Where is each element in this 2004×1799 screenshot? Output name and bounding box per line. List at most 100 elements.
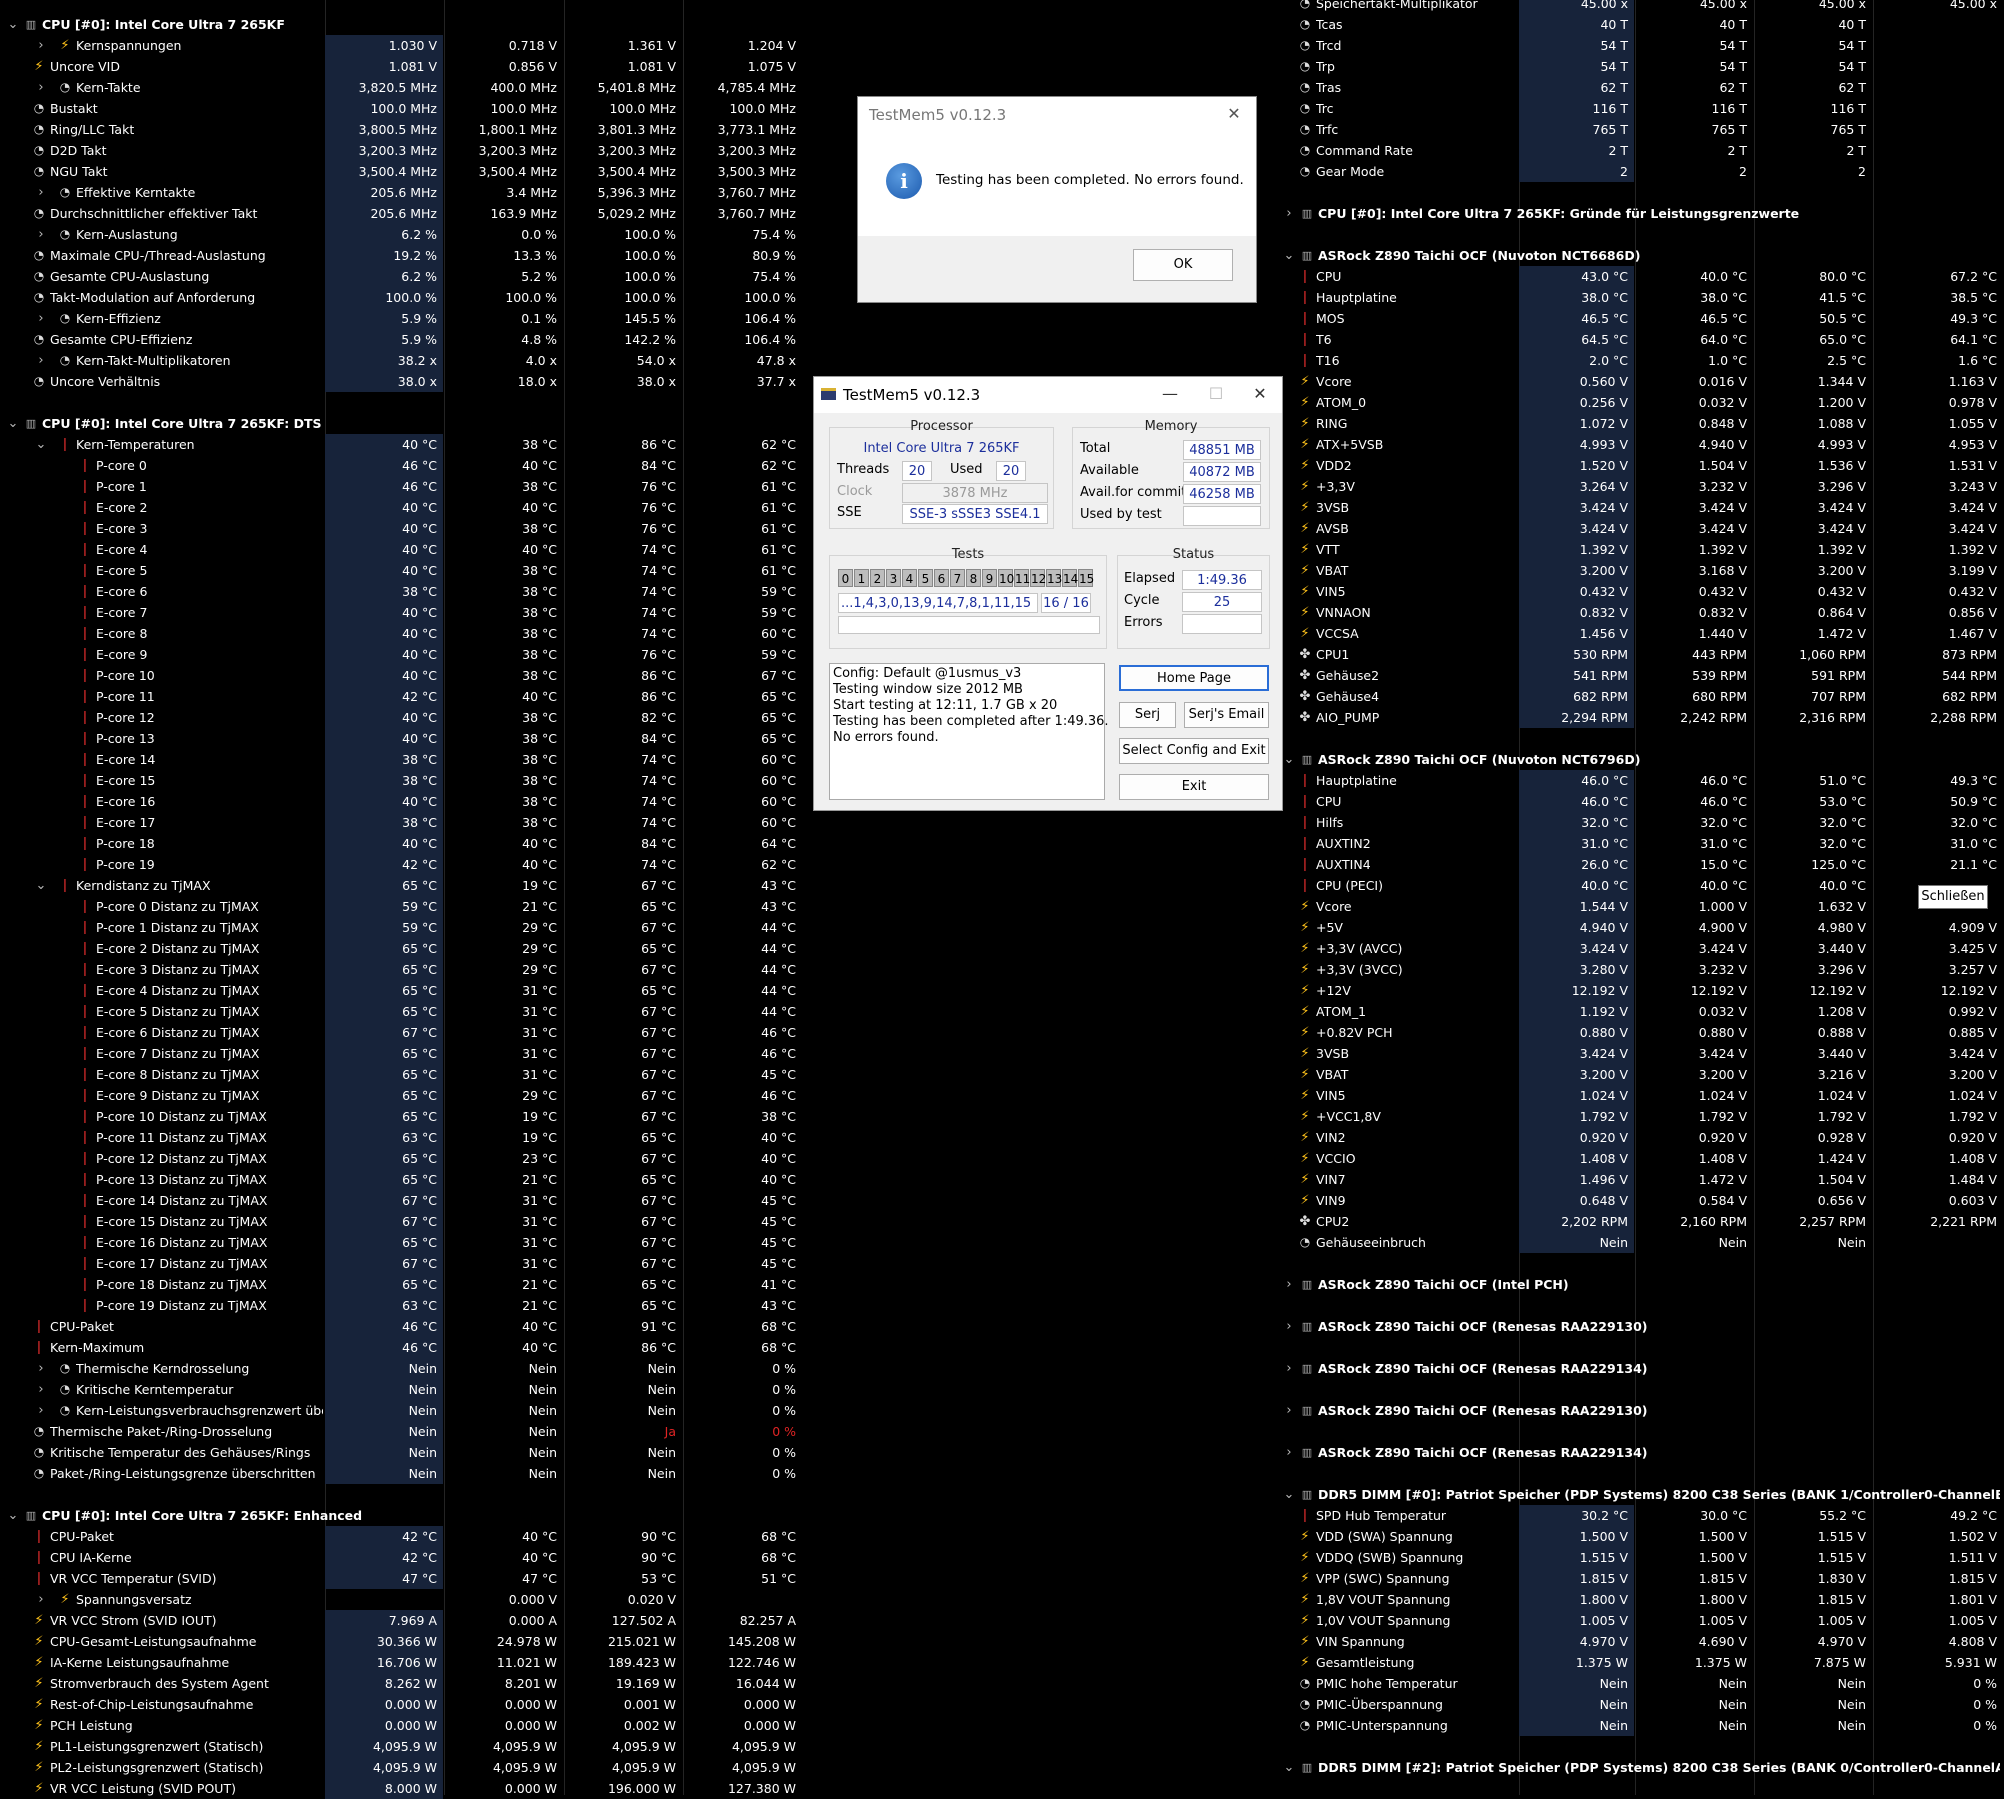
- sensor-group-header[interactable]: ⌄ ▥ CPU [#0]: Intel Core Ultra 7 265KF: En…: [0, 1505, 804, 1526]
- sensor-group-header[interactable]: ⌄ ▥ DDR5 DIMM [#2]: Patriot Speicher (PDP …: [1278, 1757, 2004, 1778]
- sensor-row[interactable]: ⚡ 1,8V VOUT Spannung 1.800 V 1.800 V 1.815 V…: [1278, 1589, 2004, 1610]
- sensor-row[interactable]: ❘ AUXTIN2 31.0 °C 31.0 °C 32.0 °C 31.0 °C: [1278, 833, 2004, 854]
- sensor-row[interactable]: ❘ E-core 17 Distanz zu TjMAX 67 °C 31 °C 67 …: [0, 1253, 804, 1274]
- sensor-row[interactable]: ◔ Ring/LLC Takt 3,800.5 MHz 1,800.1 MHz 3,80…: [0, 119, 804, 140]
- sensor-row[interactable]: ❘ Hauptplatine 38.0 °C 38.0 °C 41.5 °C 38.5 °…: [1278, 287, 2004, 308]
- sensor-row[interactable]: › ◔ Thermische Kerndrosselung Nein Nein Nein 0…: [0, 1358, 804, 1379]
- chevron-right-icon[interactable]: ›: [1282, 203, 1296, 224]
- sensor-row[interactable]: ◔ Trp 54 T 54 T 54 T: [1278, 56, 2004, 77]
- sensor-row[interactable]: ⌄ ❘ Kern-Temperaturen 40 °C 38 °C 86 °C 62 °C: [0, 434, 804, 455]
- sensor-row[interactable]: ❘ E-core 15 38 °C 38 °C 74 °C 60 °C: [0, 770, 804, 791]
- sensor-row[interactable]: ◔ Gesamte CPU-Effizienz 5.9 % 4.8 % 142.2 % 1…: [0, 329, 804, 350]
- chevron-down-icon[interactable]: ⌄: [34, 434, 48, 455]
- sensor-row[interactable]: ⚡ VIN5 1.024 V 1.024 V 1.024 V 1.024 V: [1278, 1085, 2004, 1106]
- close-icon[interactable]: ✕: [1216, 97, 1252, 131]
- sensor-row[interactable]: ❘ E-core 7 40 °C 38 °C 74 °C 59 °C: [0, 602, 804, 623]
- sensor-row[interactable]: ❘ P-core 10 40 °C 38 °C 86 °C 67 °C: [0, 665, 804, 686]
- chevron-down-icon[interactable]: ⌄: [1282, 749, 1296, 770]
- sensor-row[interactable]: ⚡ VCCSA 1.456 V 1.440 V 1.472 V 1.467 V: [1278, 623, 2004, 644]
- sensor-row[interactable]: ❘ E-core 5 40 °C 38 °C 74 °C 61 °C: [0, 560, 804, 581]
- sensor-row[interactable]: ⚡ Vcore 0.560 V 0.016 V 1.344 V 1.163 V: [1278, 371, 2004, 392]
- chevron-right-icon[interactable]: ›: [34, 224, 48, 245]
- sensor-row[interactable]: ❘ E-core 4 40 °C 40 °C 74 °C 61 °C: [0, 539, 804, 560]
- sensor-row[interactable]: ❘ E-core 16 Distanz zu TjMAX 65 °C 31 °C 67 …: [0, 1232, 804, 1253]
- chevron-down-icon[interactable]: ⌄: [1282, 245, 1296, 266]
- minimize-icon[interactable]: —: [1152, 377, 1188, 411]
- sensor-row[interactable]: ⚡ Rest-of-Chip-Leistungsaufnahme 0.000 W 0.…: [0, 1694, 804, 1715]
- sensor-row[interactable]: ⚡ +0.82V PCH 0.880 V 0.880 V 0.888 V 0.885 V: [1278, 1022, 2004, 1043]
- sensor-row[interactable]: ⚡ VIN5 0.432 V 0.432 V 0.432 V 0.432 V: [1278, 581, 2004, 602]
- sensor-row[interactable]: ◔ Command Rate 2 T 2 T 2 T: [1278, 140, 2004, 161]
- sensor-row[interactable]: ❘ E-core 2 40 °C 40 °C 76 °C 61 °C: [0, 497, 804, 518]
- sensor-group-header[interactable]: ⌄ ▥ CPU [#0]: Intel Core Ultra 7 265KF: DT…: [0, 413, 804, 434]
- sensor-row[interactable]: ❘ P-core 10 Distanz zu TjMAX 65 °C 19 °C 67 …: [0, 1106, 804, 1127]
- sensor-row[interactable]: ⚡ VIN Spannung 4.970 V 4.690 V 4.970 V 4.808 …: [1278, 1631, 2004, 1652]
- sensor-row[interactable]: ⚡ VTT 1.392 V 1.392 V 1.392 V 1.392 V: [1278, 539, 2004, 560]
- sensor-row[interactable]: ✤ Gehäuse2 541 RPM 539 RPM 591 RPM 544 RPM: [1278, 665, 2004, 686]
- sensor-group-header[interactable]: › ▥ ASRock Z890 Taichi OCF (Intel PCH): [1278, 1274, 2004, 1295]
- sensor-row[interactable]: ❘ P-core 19 Distanz zu TjMAX 63 °C 21 °C 65 …: [0, 1295, 804, 1316]
- sensor-group-header[interactable]: ⌄ ▥ CPU [#0]: Intel Core Ultra 7 265KF: [0, 14, 804, 35]
- sensor-row[interactable]: ◔ Speichertakt-Multiplikator 45.00 x 45.00 …: [1278, 0, 2004, 14]
- sensor-row[interactable]: ❘ P-core 11 Distanz zu TjMAX 63 °C 19 °C 65 …: [0, 1127, 804, 1148]
- sensor-row[interactable]: ❘ E-core 8 40 °C 38 °C 74 °C 60 °C: [0, 623, 804, 644]
- chevron-right-icon[interactable]: ›: [34, 182, 48, 203]
- sensor-row[interactable]: ❘ T16 2.0 °C 1.0 °C 2.5 °C 1.6 °C: [1278, 350, 2004, 371]
- sensor-row[interactable]: ❘ SPD Hub Temperatur 30.2 °C 30.0 °C 55.2 °C…: [1278, 1505, 2004, 1526]
- sensor-row[interactable]: ⚡ PL2-Leistungsgrenzwert (Statisch) 4,095.…: [0, 1757, 804, 1778]
- sensor-row[interactable]: ❘ Hauptplatine 46.0 °C 46.0 °C 51.0 °C 49.3 °…: [1278, 770, 2004, 791]
- sensor-row[interactable]: ⚡ +3,3V (3VCC) 3.280 V 3.232 V 3.296 V 3.257 …: [1278, 959, 2004, 980]
- sensor-row[interactable]: › ⚡ Kernspannungen 1.030 V 0.718 V 1.361 V 1.2…: [0, 35, 804, 56]
- serj-button[interactable]: Serj: [1119, 702, 1176, 728]
- sensor-row[interactable]: ✤ CPU1 530 RPM 443 RPM 1,060 RPM 873 RPM: [1278, 644, 2004, 665]
- sensor-row[interactable]: ❘ E-core 9 40 °C 38 °C 76 °C 59 °C: [0, 644, 804, 665]
- sensor-row[interactable]: ◔ Trcd 54 T 54 T 54 T: [1278, 35, 2004, 56]
- sensor-group-header[interactable]: › ▥ CPU [#0]: Intel Core Ultra 7 265KF: Gr…: [1278, 203, 2004, 224]
- sensor-row[interactable]: ⚡ PL1-Leistungsgrenzwert (Statisch) 4,095.…: [0, 1736, 804, 1757]
- sensor-row[interactable]: ⚡ 1,0V VOUT Spannung 1.005 V 1.005 V 1.005 V…: [1278, 1610, 2004, 1631]
- sensor-row[interactable]: ❘ E-core 3 40 °C 38 °C 76 °C 61 °C: [0, 518, 804, 539]
- sensor-row[interactable]: ❘ CPU 46.0 °C 46.0 °C 53.0 °C 50.9 °C: [1278, 791, 2004, 812]
- sensor-group-header[interactable]: ⌄ ▥ DDR5 DIMM [#0]: Patriot Speicher (PDP …: [1278, 1484, 2004, 1505]
- sensor-row[interactable]: ⚡ ATX+5VSB 4.993 V 4.940 V 4.993 V 4.953 V: [1278, 434, 2004, 455]
- sensor-row[interactable]: ⚡ +3,3V (AVCC) 3.424 V 3.424 V 3.440 V 3.425 …: [1278, 938, 2004, 959]
- sensor-row[interactable]: › ◔ Kern-Takt-Multiplikatoren 38.2 x 4.0 x 54…: [0, 350, 804, 371]
- close-icon[interactable]: ✕: [1242, 377, 1278, 411]
- sensor-row[interactable]: ⚡ VDD2 1.520 V 1.504 V 1.536 V 1.531 V: [1278, 455, 2004, 476]
- chevron-right-icon[interactable]: ›: [34, 1589, 48, 1610]
- chevron-down-icon[interactable]: ⌄: [1282, 1757, 1296, 1778]
- sensor-row[interactable]: ⚡ CPU-Gesamt-Leistungsaufnahme 30.366 W 24.…: [0, 1631, 804, 1652]
- chevron-right-icon[interactable]: ›: [34, 1400, 48, 1421]
- sensor-row[interactable]: ⚡ Gesamtleistung 1.375 W 1.375 W 7.875 W 5.93…: [1278, 1652, 2004, 1673]
- sensor-row[interactable]: ❘ E-core 6 38 °C 38 °C 74 °C 59 °C: [0, 581, 804, 602]
- sensor-row[interactable]: › ⚡ Spannungsversatz 0.000 V 0.020 V: [0, 1589, 804, 1610]
- sensor-row[interactable]: ⚡ RING 1.072 V 0.848 V 1.088 V 1.055 V: [1278, 413, 2004, 434]
- sensor-row[interactable]: ⚡ VBAT 3.200 V 3.200 V 3.216 V 3.200 V: [1278, 1064, 2004, 1085]
- chevron-down-icon[interactable]: ⌄: [34, 875, 48, 896]
- sensor-row[interactable]: ◔ Gesamte CPU-Auslastung 6.2 % 5.2 % 100.0 %…: [0, 266, 804, 287]
- sensor-group-header[interactable]: ⌄ ▥ ASRock Z890 Taichi OCF (Nuvoton NCT679…: [1278, 749, 2004, 770]
- sensor-group-header[interactable]: ⌄ ▥ ASRock Z890 Taichi OCF (Nuvoton NCT668…: [1278, 245, 2004, 266]
- sensor-row[interactable]: ⚡ Uncore VID 1.081 V 0.856 V 1.081 V 1.075 V: [0, 56, 804, 77]
- sensor-row[interactable]: ❘ E-core 6 Distanz zu TjMAX 67 °C 31 °C 67 °…: [0, 1022, 804, 1043]
- sensor-row[interactable]: › ◔ Kern-Leistungsverbrauchsgrenzwert über…: [0, 1400, 804, 1421]
- sensor-group-header[interactable]: › ▥ ASRock Z890 Taichi OCF (Renesas RAA229…: [1278, 1316, 2004, 1337]
- sensor-row[interactable]: ⚡ VPP (SWC) Spannung 1.815 V 1.815 V 1.830 V…: [1278, 1568, 2004, 1589]
- chevron-right-icon[interactable]: ›: [1282, 1442, 1296, 1463]
- sensor-row[interactable]: ❘ E-core 4 Distanz zu TjMAX 65 °C 31 °C 65 °…: [0, 980, 804, 1001]
- sensor-row[interactable]: ◔ Bustakt 100.0 MHz 100.0 MHz 100.0 MHz 100.0…: [0, 98, 804, 119]
- sensor-row[interactable]: ◔ Maximale CPU-/Thread-Auslastung 19.2 % 13…: [0, 245, 804, 266]
- sensor-row[interactable]: ❘ P-core 18 Distanz zu TjMAX 65 °C 21 °C 65 …: [0, 1274, 804, 1295]
- sensor-row[interactable]: ⚡ VIN9 0.648 V 0.584 V 0.656 V 0.603 V: [1278, 1190, 2004, 1211]
- sensor-row[interactable]: ⚡ VR VCC Strom (SVID IOUT) 7.969 A 0.000 A 1…: [0, 1610, 804, 1631]
- chevron-right-icon[interactable]: ›: [1282, 1400, 1296, 1421]
- sensor-row[interactable]: ◔ Trfc 765 T 765 T 765 T: [1278, 119, 2004, 140]
- sensor-row[interactable]: ⚡ VCCIO 1.408 V 1.408 V 1.424 V 1.408 V: [1278, 1148, 2004, 1169]
- sensor-row[interactable]: › ◔ Kern-Takte 3,820.5 MHz 400.0 MHz 5,401.8 …: [0, 77, 804, 98]
- sensor-row[interactable]: ❘ Hilfs 32.0 °C 32.0 °C 32.0 °C 32.0 °C: [1278, 812, 2004, 833]
- sensor-row[interactable]: ◔ Kritische Temperatur des Gehäuses/Rings…: [0, 1442, 804, 1463]
- sensor-row[interactable]: ❘ VR VCC Temperatur (SVID) 47 °C 47 °C 53 °C…: [0, 1568, 804, 1589]
- sensor-row[interactable]: ◔ PMIC-Unterspannung Nein Nein Nein 0 %: [1278, 1715, 2004, 1736]
- sensor-row[interactable]: ❘ P-core 12 40 °C 38 °C 82 °C 65 °C: [0, 707, 804, 728]
- sensor-row[interactable]: ❘ T6 64.5 °C 64.0 °C 65.0 °C 64.1 °C: [1278, 329, 2004, 350]
